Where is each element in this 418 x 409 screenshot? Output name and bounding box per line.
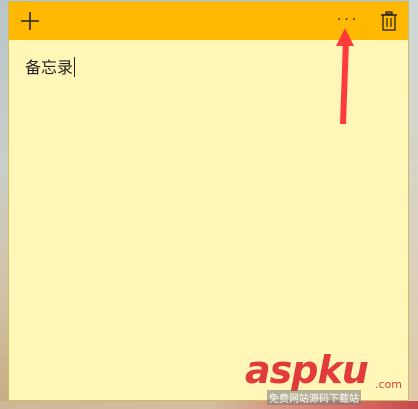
more-options-button[interactable]: ··· [329, 2, 367, 40]
text-caret [74, 57, 76, 77]
watermark-logo: aspku .com 免费网站源码下载站 [245, 350, 410, 405]
more-horizontal-icon: ··· [336, 12, 360, 28]
desktop-background-right [409, 0, 418, 409]
plus-icon [21, 12, 39, 30]
add-note-button[interactable] [11, 2, 49, 40]
trash-icon [381, 11, 397, 31]
note-text-area[interactable]: 备忘录 [25, 56, 392, 380]
watermark-brand: aspku [245, 348, 369, 392]
delete-note-button[interactable] [370, 2, 408, 40]
note-header-bar[interactable]: ··· [9, 2, 408, 40]
watermark-tagline: 免费网站源码下载站 [267, 390, 361, 405]
sticky-note-window: ··· 备忘录 [8, 1, 409, 401]
note-text: 备忘录 [25, 58, 74, 77]
watermark-suffix: .com [375, 378, 402, 391]
